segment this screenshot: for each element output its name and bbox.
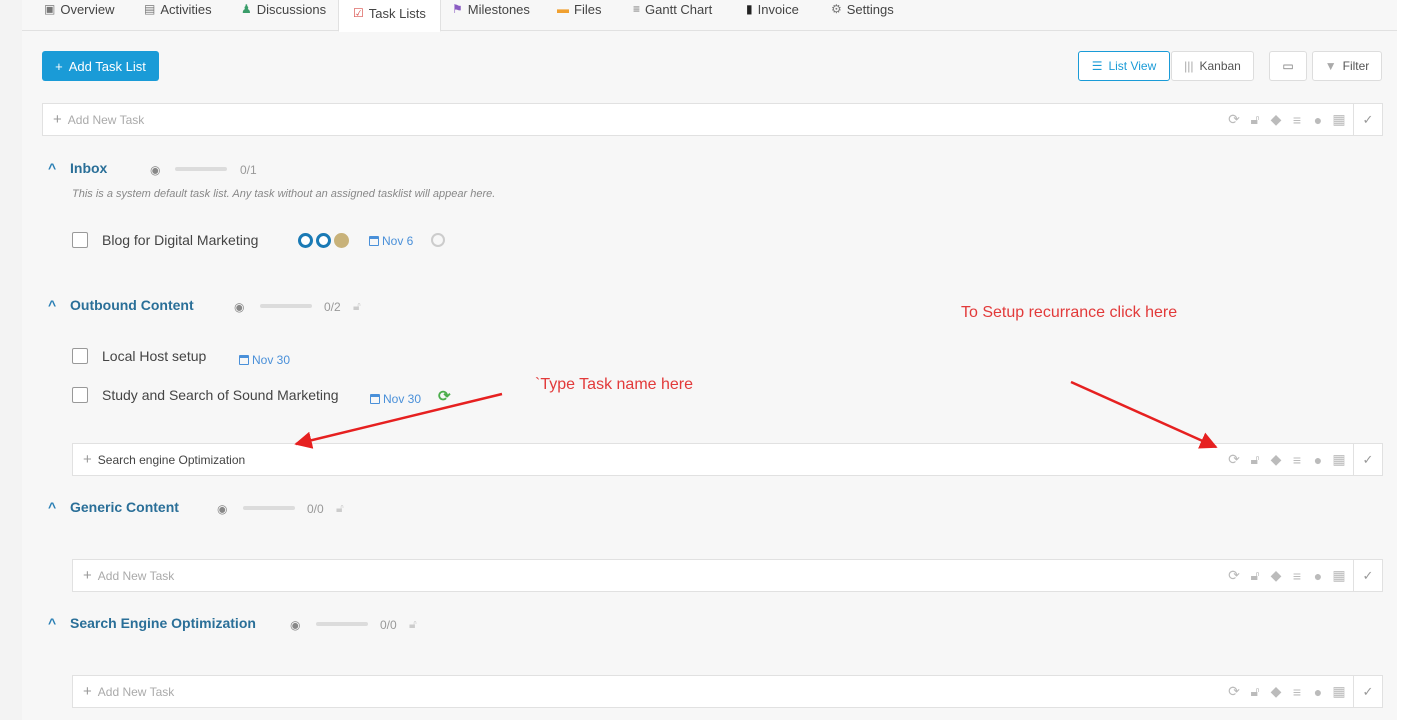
annotation-arrows xyxy=(294,380,1218,449)
arrow-to-task-input xyxy=(294,392,503,449)
arrow-to-recurrence-icon xyxy=(1070,380,1218,449)
